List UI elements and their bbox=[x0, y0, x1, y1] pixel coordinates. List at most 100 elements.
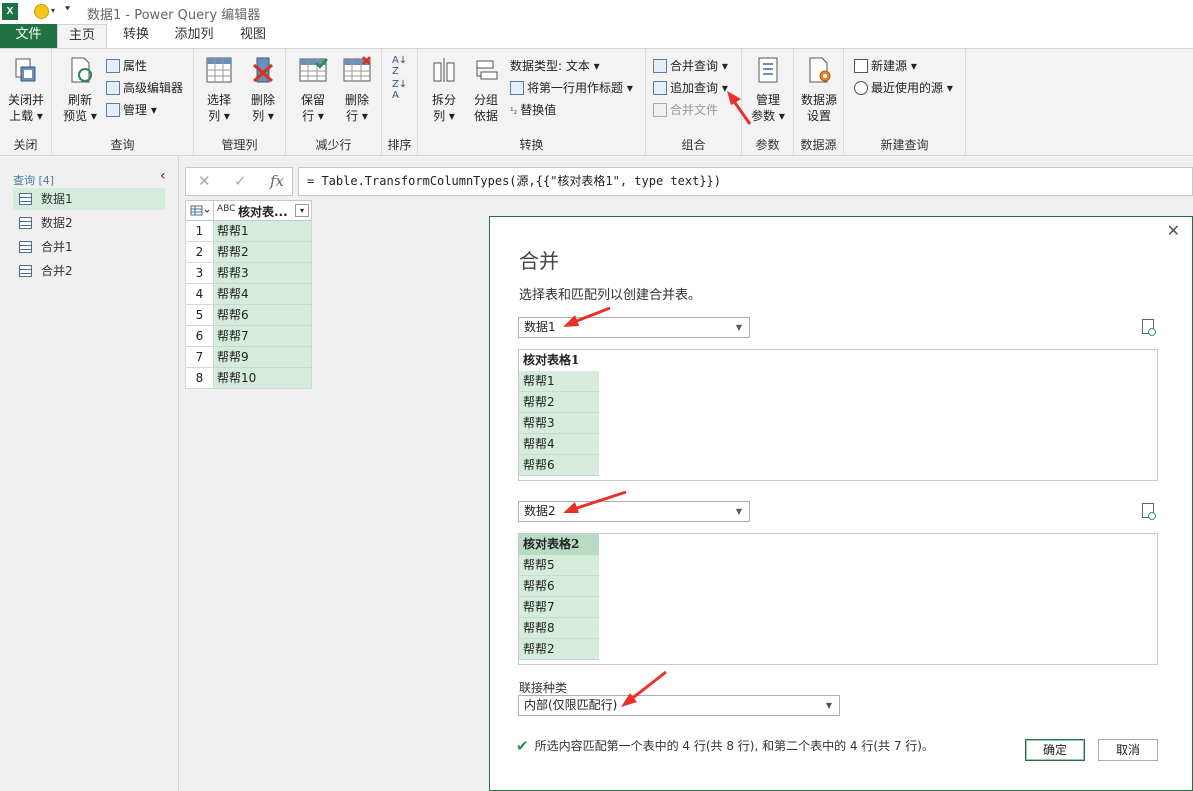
first-row-header-button[interactable]: 将第一行用作标题 ▾ bbox=[510, 79, 633, 96]
tab-file[interactable]: 文件 bbox=[0, 24, 57, 48]
close-load-icon bbox=[15, 58, 36, 82]
remove-cols-label-1: 删除 bbox=[250, 93, 275, 107]
remove-rows-button[interactable]: 删除 行 ▾ bbox=[336, 55, 378, 124]
query-item-merge2[interactable]: 合并2 bbox=[13, 260, 165, 282]
data-type-dropdown[interactable]: 数据类型: 文本 ▾ bbox=[510, 57, 600, 74]
refresh-preview-button[interactable]: 刷新 预览 ▾ bbox=[58, 55, 102, 124]
sort-ascending-button[interactable]: A↓ Z bbox=[392, 55, 407, 77]
query-item-merge1[interactable]: 合并1 bbox=[13, 236, 165, 258]
table-row[interactable]: 4 帮帮4 bbox=[185, 284, 312, 305]
close-icon[interactable]: ✕ bbox=[1167, 221, 1180, 240]
close-load-label-1: 关闭并 bbox=[7, 93, 44, 107]
refresh-table1-icon[interactable] bbox=[1142, 319, 1156, 336]
table-row[interactable]: 2 帮帮2 bbox=[185, 242, 312, 263]
recent-sources-icon bbox=[854, 81, 868, 95]
row-number[interactable]: 5 bbox=[185, 305, 214, 326]
ribbon-tabs: 文件 主页 转换 添加列 视图 bbox=[0, 24, 1193, 48]
manage-params-button[interactable]: 管理 参数 ▾ bbox=[746, 55, 790, 124]
choose-columns-button[interactable]: 选择 列 ▾ bbox=[198, 55, 240, 124]
ok-button[interactable]: 确定 bbox=[1025, 739, 1085, 761]
close-load-label-2: 上载 ▾ bbox=[9, 109, 43, 123]
manage-button[interactable]: 管理 ▾ bbox=[106, 101, 157, 118]
refresh-table2-icon[interactable] bbox=[1142, 503, 1156, 520]
split-column-button[interactable]: 拆分 列 ▾ bbox=[424, 55, 464, 124]
table-row[interactable]: 7 帮帮9 bbox=[185, 347, 312, 368]
tab-add-column[interactable]: 添加列 bbox=[165, 24, 223, 48]
row-number[interactable]: 4 bbox=[185, 284, 214, 305]
table-row[interactable]: 8 帮帮10 bbox=[185, 368, 312, 389]
table2-preview: 核对表格2 帮帮5 帮帮6 帮帮7 帮帮8 帮帮2 bbox=[518, 533, 1158, 665]
text-type-icon[interactable]: ABC bbox=[217, 204, 235, 214]
replace-values-button[interactable]: ¹₂ 替换值 bbox=[510, 101, 556, 118]
table-menu-icon[interactable] bbox=[186, 201, 214, 220]
group-reduce-rows: 保留 行 ▾ 删除 行 ▾ 减少行 bbox=[286, 49, 382, 155]
table1-select[interactable]: 数据1 ▼ bbox=[518, 317, 750, 338]
sort-descending-button[interactable]: Z↓ A bbox=[392, 79, 407, 101]
group-by-button[interactable]: 分组 依据 bbox=[466, 55, 506, 124]
table-row[interactable]: 5 帮帮6 bbox=[185, 305, 312, 326]
row-number[interactable]: 2 bbox=[185, 242, 214, 263]
preview-cell: 帮帮2 bbox=[519, 392, 599, 413]
properties-icon bbox=[106, 59, 120, 73]
cell-value[interactable]: 帮帮6 bbox=[214, 305, 312, 326]
table-row[interactable]: 1 帮帮1 bbox=[185, 221, 312, 242]
cell-value[interactable]: 帮帮7 bbox=[214, 326, 312, 347]
remove-rows-icon bbox=[343, 56, 371, 82]
collapse-pane-icon[interactable]: ‹ bbox=[160, 168, 166, 184]
keep-rows-button[interactable]: 保留 行 ▾ bbox=[292, 55, 334, 124]
table-icon bbox=[19, 217, 32, 229]
close-load-button[interactable]: 关闭并 上载 ▾ bbox=[4, 55, 48, 124]
smiley-dropdown-icon[interactable]: ▾ bbox=[51, 6, 55, 15]
cell-value[interactable]: 帮帮10 bbox=[214, 368, 312, 389]
append-queries-button[interactable]: 追加查询 ▾ bbox=[653, 79, 728, 96]
tab-view[interactable]: 视图 bbox=[228, 24, 278, 48]
row-number[interactable]: 6 bbox=[185, 326, 214, 347]
cell-value[interactable]: 帮帮4 bbox=[214, 284, 312, 305]
fx-icon[interactable]: fx bbox=[270, 172, 284, 190]
row-number[interactable]: 3 bbox=[185, 263, 214, 284]
dialog-title: 合并 bbox=[519, 249, 559, 273]
table-row[interactable]: 3 帮帮3 bbox=[185, 263, 312, 284]
row-number[interactable]: 1 bbox=[185, 221, 214, 242]
query-item-data2[interactable]: 数据2 bbox=[13, 212, 165, 234]
quick-access-customize-icon[interactable]: ⯆ bbox=[64, 5, 71, 15]
advanced-editor-button[interactable]: 高级编辑器 bbox=[106, 79, 183, 96]
merge-queries-button[interactable]: 合并查询 ▾ bbox=[653, 57, 728, 74]
properties-button[interactable]: 属性 bbox=[106, 57, 147, 74]
cell-value[interactable]: 帮帮3 bbox=[214, 263, 312, 284]
cell-value[interactable]: 帮帮2 bbox=[214, 242, 312, 263]
query-item-data1[interactable]: 数据1 bbox=[13, 188, 165, 210]
recent-sources-button[interactable]: 最近使用的源 ▾ bbox=[854, 79, 953, 96]
preview-cell: 帮帮3 bbox=[519, 413, 599, 434]
column-header[interactable]: 核对表... bbox=[238, 203, 288, 220]
preview-cell: 帮帮8 bbox=[519, 618, 599, 639]
column-filter-icon[interactable]: ▾ bbox=[295, 204, 309, 217]
manage-icon bbox=[106, 103, 120, 117]
cancel-button[interactable]: 取消 bbox=[1098, 739, 1158, 761]
smiley-feedback-icon[interactable] bbox=[34, 4, 49, 19]
tab-transform[interactable]: 转换 bbox=[110, 24, 162, 48]
tab-home[interactable]: 主页 bbox=[57, 24, 107, 48]
group-query: 刷新 预览 ▾ 属性 高级编辑器 管理 ▾ 查询 bbox=[52, 49, 194, 155]
group-label-reduce-rows: 减少行 bbox=[315, 138, 352, 152]
row-number[interactable]: 7 bbox=[185, 347, 214, 368]
table1-column-header[interactable]: 核对表格1 bbox=[519, 350, 599, 371]
row-number[interactable]: 8 bbox=[185, 368, 214, 389]
cancel-formula-icon[interactable]: ✕ bbox=[198, 172, 211, 190]
remove-columns-button[interactable]: 删除 列 ▾ bbox=[242, 55, 284, 124]
preview-cell: 帮帮1 bbox=[519, 371, 599, 392]
cell-value[interactable]: 帮帮9 bbox=[214, 347, 312, 368]
table2-select[interactable]: 数据2 ▼ bbox=[518, 501, 750, 522]
datasource-settings-button[interactable]: 数据源 设置 bbox=[797, 55, 841, 124]
formula-input[interactable]: = Table.TransformColumnTypes(源,{{"核对表格1"… bbox=[298, 167, 1193, 196]
table-row[interactable]: 6 帮帮7 bbox=[185, 326, 312, 347]
new-source-button[interactable]: 新建源 ▾ bbox=[854, 57, 917, 74]
advanced-editor-icon bbox=[106, 81, 120, 95]
cell-value[interactable]: 帮帮1 bbox=[214, 221, 312, 242]
confirm-formula-icon[interactable]: ✓ bbox=[234, 172, 247, 190]
table2-column-header[interactable]: 核对表格2 bbox=[519, 534, 599, 555]
group-label-query: 查询 bbox=[110, 138, 135, 152]
grid-rows: 1 帮帮1 2 帮帮2 3 帮帮3 4 帮帮4 5 帮帮6 6 帮帮7 7 帮帮9 8 帮帮10 bbox=[185, 221, 312, 389]
datasource-settings-icon bbox=[809, 57, 831, 83]
join-kind-select[interactable]: 内部(仅限匹配行) ▼ bbox=[518, 695, 840, 716]
